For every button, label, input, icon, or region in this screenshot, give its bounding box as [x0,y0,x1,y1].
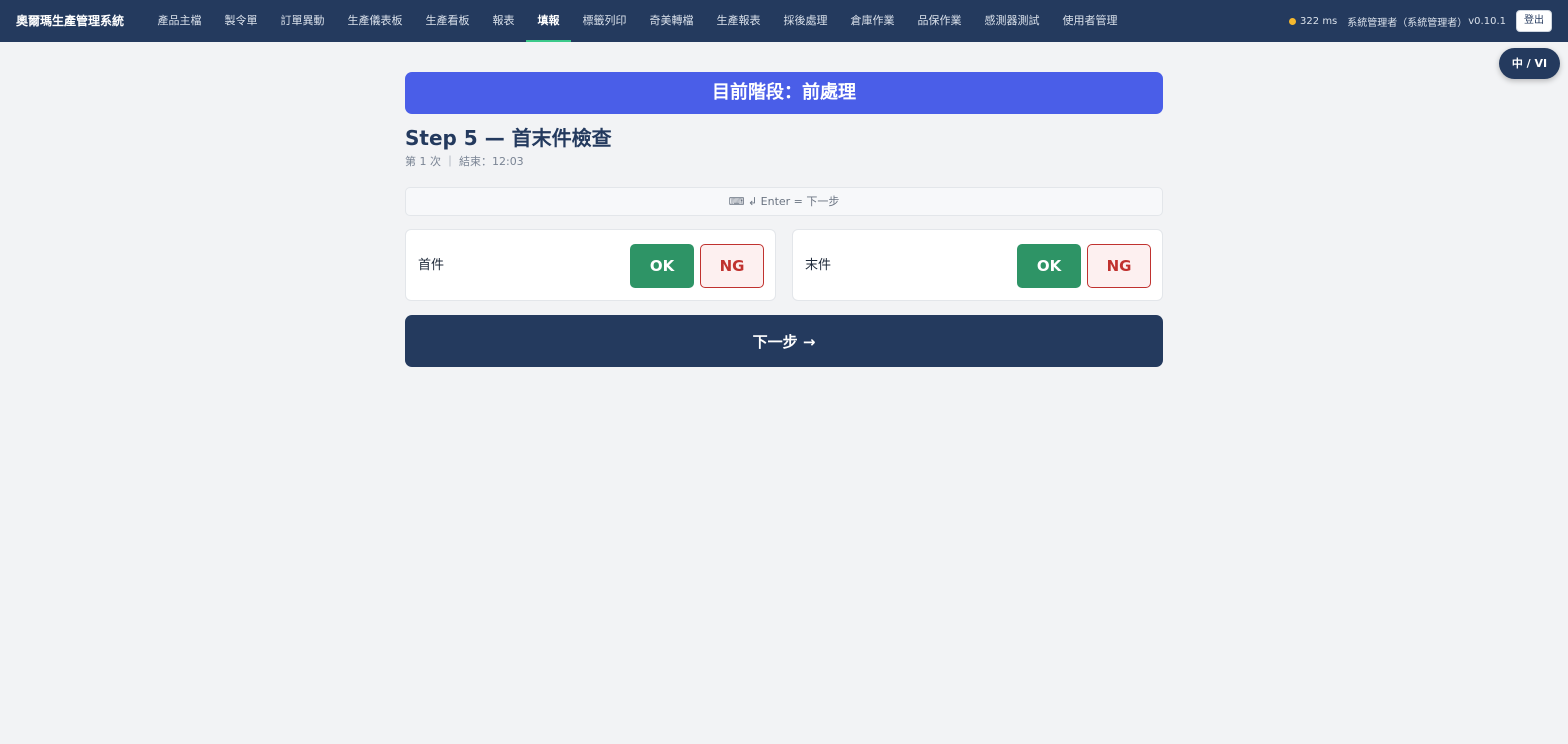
first-piece-card: 首件 OK NG [405,229,776,301]
app-title[interactable]: 奧爾瑪生產管理系統 [16,0,124,42]
stage-banner: 目前階段：前處理 [405,72,1163,114]
last-piece-ok-button[interactable]: OK [1017,244,1081,288]
nav-item-chimei-convert[interactable]: 奇美轉檔 [638,0,705,42]
nav-item-fill-report[interactable]: 填報 [526,0,571,42]
logout-button[interactable]: 登出 [1516,10,1552,32]
first-piece-label: 首件 [418,258,445,273]
nav-item-reports[interactable]: 報表 [481,0,526,42]
latency-value: 322 ms [1300,15,1338,27]
nav-item-product-master[interactable]: 產品主檔 [146,0,213,42]
keyboard-hint: ⌨ ↲ Enter = 下一步 [405,187,1163,216]
last-piece-ng-button[interactable]: NG [1087,244,1151,288]
main-nav: 產品主檔 製令單 訂單異動 生產儀表板 生產看板 報表 填報 標籤列印 奇美轉檔… [146,0,1129,42]
nav-item-work-order[interactable]: 製令單 [213,0,269,42]
nav-item-warehouse[interactable]: 倉庫作業 [839,0,906,42]
nav-item-production-report[interactable]: 生產報表 [705,0,772,42]
main-content: 目前階段：前處理 Step 5 — 首末件檢查 第 1 次 ｜ 結束：12:03… [405,72,1163,367]
nav-item-production-dashboard[interactable]: 生產儀表板 [336,0,414,42]
inspection-checks: 首件 OK NG 末件 OK NG [405,229,1163,301]
current-user: 系統管理者（系統管理者） [1347,17,1468,29]
top-navbar: 奧爾瑪生產管理系統 產品主檔 製令單 訂單異動 生產儀表板 生產看板 報表 填報… [0,0,1568,42]
nav-item-user-management[interactable]: 使用者管理 [1051,0,1129,42]
nav-item-order-change[interactable]: 訂單異動 [269,0,336,42]
next-step-button[interactable]: 下一步 → [405,315,1163,367]
last-piece-label: 末件 [805,258,832,273]
first-piece-ok-button[interactable]: OK [630,244,694,288]
language-toggle-button[interactable]: 中 / VI [1499,48,1560,79]
app-version: v0.10.1 [1468,15,1506,27]
status-area: 322 ms 系統管理者（系統管理者） v0.10.1 登出 [1289,0,1552,42]
nav-item-label-print[interactable]: 標籤列印 [571,0,638,42]
step-meta: 第 1 次 ｜ 結束：12:03 [405,155,524,168]
first-piece-ng-button[interactable]: NG [700,244,764,288]
status-dot-icon [1289,17,1297,25]
last-piece-card: 末件 OK NG [792,229,1163,301]
nav-item-production-board[interactable]: 生產看板 [414,0,481,42]
nav-item-qa[interactable]: 品保作業 [906,0,973,42]
nav-item-post-harvest[interactable]: 採後處理 [772,0,839,42]
latency-indicator: 322 ms [1289,16,1337,27]
nav-item-sensor-test[interactable]: 感測器測試 [973,0,1051,42]
step-title: Step 5 — 首末件檢查 [405,126,612,150]
